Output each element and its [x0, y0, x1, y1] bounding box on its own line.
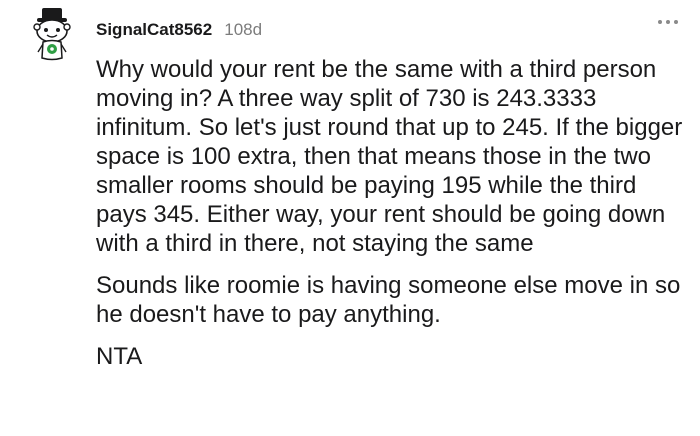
- dot: [658, 20, 662, 24]
- comment-paragraph: Sounds like roomie is having someone els…: [96, 272, 681, 328]
- more-options-icon[interactable]: [658, 20, 678, 24]
- comment-body: Why would your rent be the same with a t…: [96, 55, 686, 384]
- dot: [666, 20, 670, 24]
- user-avatar[interactable]: [24, 6, 80, 62]
- comment-card: SignalCat8562 108d Why would your rent b…: [0, 0, 700, 436]
- comment-age: 108d: [224, 20, 263, 39]
- comment-paragraph: Why would your rent be the same with a t…: [96, 56, 683, 257]
- username-link[interactable]: SignalCat8562: [96, 20, 212, 40]
- comment-header: SignalCat8562 108d: [96, 20, 262, 40]
- dot: [674, 20, 678, 24]
- comment-paragraph: NTA: [96, 343, 143, 370]
- snoo-avatar-icon: [33, 8, 71, 61]
